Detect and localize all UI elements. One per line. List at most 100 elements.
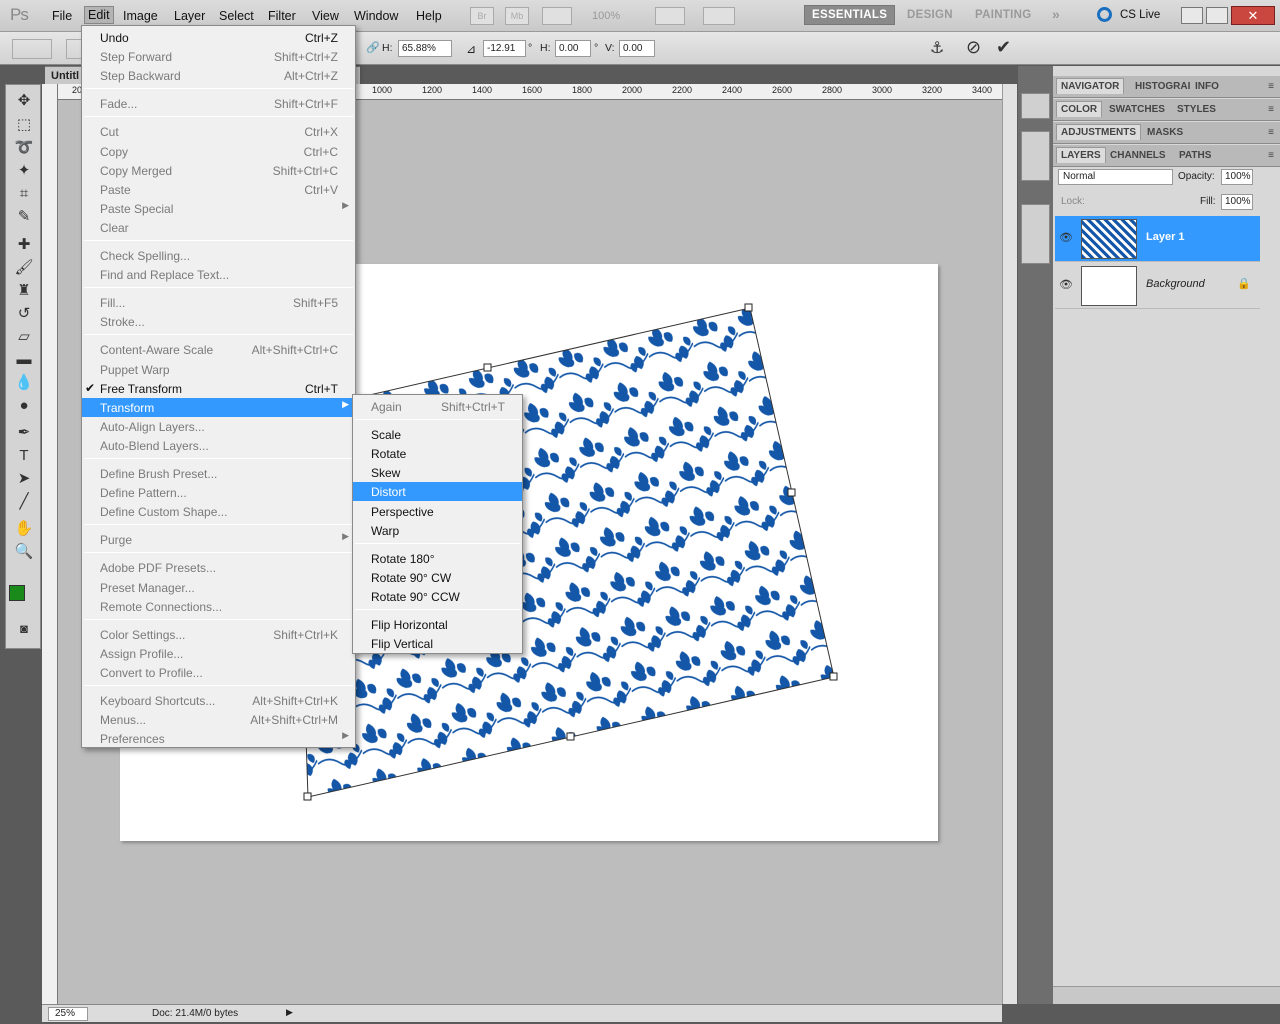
tab-adjustments[interactable]: ADJUSTMENTS bbox=[1056, 124, 1142, 140]
menu-item-convert-to-profile[interactable]: Convert to Profile... bbox=[82, 663, 355, 682]
menu-item-paste-special[interactable]: Paste Special ▶ bbox=[82, 199, 355, 218]
panel-menu-icon[interactable]: ≡ bbox=[1268, 127, 1274, 138]
menu-item-label: Define Custom Shape... bbox=[100, 505, 228, 520]
menu-item-paste[interactable]: Paste Ctrl+V bbox=[82, 180, 355, 199]
transform-item-rotate-90-ccw[interactable]: Rotate 90° CCW bbox=[353, 587, 522, 606]
transform-item-distort[interactable]: Distort bbox=[353, 482, 522, 502]
menu-item-puppet-warp[interactable]: Puppet Warp bbox=[82, 360, 355, 379]
menu-item-label: Distort bbox=[371, 485, 406, 500]
transform-handle[interactable] bbox=[744, 303, 753, 312]
blend-mode-select[interactable]: Normal bbox=[1058, 169, 1173, 185]
tab-navigator[interactable]: NAVIGATOR bbox=[1056, 78, 1125, 94]
menu-item-clear[interactable]: Clear bbox=[82, 218, 355, 237]
transform-item-scale[interactable]: Scale bbox=[353, 425, 522, 444]
tab-swatches[interactable]: SWATCHES bbox=[1105, 102, 1169, 117]
transform-handle[interactable] bbox=[303, 792, 312, 801]
menu-item-assign-profile[interactable]: Assign Profile... bbox=[82, 644, 355, 663]
transform-item-flip-horizontal[interactable]: Flip Horizontal bbox=[353, 615, 522, 634]
menu-item-copy-merged[interactable]: Copy Merged Shift+Ctrl+C bbox=[82, 161, 355, 180]
panel-menu-icon[interactable]: ≡ bbox=[1268, 150, 1274, 161]
menu-item-find-and-replace-text[interactable]: Find and Replace Text... bbox=[82, 265, 355, 284]
tab-color[interactable]: COLOR bbox=[1056, 101, 1103, 117]
cs-live-button[interactable]: CS Live bbox=[1120, 9, 1160, 21]
menu-item-preset-manager[interactable]: Preset Manager... bbox=[82, 578, 355, 597]
status-menu-arrow-icon[interactable]: ▶ bbox=[286, 1007, 293, 1018]
menu-item-undo[interactable]: Undo Ctrl+Z bbox=[82, 28, 355, 47]
menu-item-define-brush-preset[interactable]: Define Brush Preset... bbox=[82, 464, 355, 483]
transform-handle[interactable] bbox=[787, 488, 796, 497]
tab-styles[interactable]: STYLES bbox=[1173, 102, 1220, 117]
layer-name[interactable]: Layer 1 bbox=[1146, 231, 1185, 243]
menu-item-define-custom-shape[interactable]: Define Custom Shape... bbox=[82, 502, 355, 521]
transform-item-skew[interactable]: Skew bbox=[353, 463, 522, 482]
menu-item-auto-align-layers[interactable]: Auto-Align Layers... bbox=[82, 417, 355, 436]
transform-item-warp[interactable]: Warp bbox=[353, 521, 522, 540]
doc-size-info[interactable]: Doc: 21.4M/0 bytes bbox=[152, 1008, 238, 1019]
history-panel-icon[interactable] bbox=[1021, 131, 1050, 181]
menu-item-copy[interactable]: Copy Ctrl+C bbox=[82, 142, 355, 161]
layer-row-layer-1[interactable]: 👁 Layer 1 bbox=[1055, 216, 1260, 262]
tab-histogram[interactable]: HISTOGRAI bbox=[1131, 79, 1194, 94]
vertical-scrollbar[interactable] bbox=[1002, 84, 1017, 1004]
submenu-arrow-icon: ▶ bbox=[342, 531, 349, 542]
menu-item-preferences[interactable]: Preferences ▶ bbox=[82, 729, 355, 748]
mini-bridge-panel-icon[interactable] bbox=[1021, 93, 1050, 119]
menu-item-shortcut: Shift+Ctrl+K bbox=[273, 627, 338, 642]
transform-item-flip-vertical[interactable]: Flip Vertical bbox=[353, 634, 522, 653]
menu-item-cut[interactable]: Cut Ctrl+X bbox=[82, 122, 355, 141]
tab-channels[interactable]: CHANNELS bbox=[1106, 148, 1170, 163]
transform-item-rotate-180[interactable]: Rotate 180° bbox=[353, 549, 522, 568]
menu-item-fade[interactable]: Fade... Shift+Ctrl+F bbox=[82, 94, 355, 113]
layer-row-background[interactable]: 👁 Background 🔒 bbox=[1055, 263, 1260, 309]
transform-item-again[interactable]: Again Shift+Ctrl+T bbox=[353, 397, 522, 416]
panel-menu-icon[interactable]: ≡ bbox=[1268, 81, 1274, 92]
menu-item-label: Define Pattern... bbox=[100, 486, 187, 501]
more-workspaces-icon[interactable]: » bbox=[1052, 6, 1060, 22]
menu-item-label: Check Spelling... bbox=[100, 249, 191, 263]
fill-field[interactable]: 100% bbox=[1221, 194, 1253, 210]
menu-item-stroke[interactable]: Stroke... bbox=[82, 312, 355, 331]
layers-panel-footer bbox=[1053, 986, 1280, 1004]
transform-item-rotate-90-cw[interactable]: Rotate 90° CW bbox=[353, 568, 522, 587]
tab-paths[interactable]: PATHS bbox=[1175, 148, 1215, 163]
menu-item-free-transform[interactable]: Free Transform Ctrl+T ✔ bbox=[82, 379, 355, 398]
panel-menu-icon[interactable]: ≡ bbox=[1268, 104, 1274, 115]
menu-item-remote-connections[interactable]: Remote Connections... bbox=[82, 597, 355, 616]
menu-item-check-spelling[interactable]: Check Spelling... bbox=[82, 246, 355, 265]
visibility-eye-icon[interactable]: 👁 bbox=[1059, 278, 1073, 291]
menu-item-label: Rotate 180° bbox=[371, 551, 435, 566]
visibility-eye-icon[interactable]: 👁 bbox=[1059, 231, 1073, 244]
tab-info[interactable]: INFO bbox=[1191, 79, 1223, 94]
zoom-field[interactable]: 25% bbox=[48, 1007, 88, 1021]
menu-item-auto-blend-layers[interactable]: Auto-Blend Layers... bbox=[82, 436, 355, 455]
menu-item-label: Step Backward bbox=[100, 69, 181, 84]
menu-item-fill[interactable]: Fill... Shift+F5 bbox=[82, 293, 355, 312]
transform-item-rotate[interactable]: Rotate bbox=[353, 444, 522, 463]
tab-layers[interactable]: LAYERS bbox=[1056, 147, 1106, 163]
tab-masks[interactable]: MASKS bbox=[1143, 125, 1187, 140]
menu-item-menus[interactable]: Menus... Alt+Shift+Ctrl+M bbox=[82, 710, 355, 729]
menu-item-content-aware-scale[interactable]: Content-Aware Scale Alt+Shift+Ctrl+C bbox=[82, 340, 355, 359]
menu-item-adobe-pdf-presets[interactable]: Adobe PDF Presets... bbox=[82, 558, 355, 577]
transform-handle[interactable] bbox=[483, 363, 492, 372]
transform-handle[interactable] bbox=[829, 672, 838, 681]
layer-name[interactable]: Background bbox=[1146, 278, 1205, 290]
menu-item-define-pattern[interactable]: Define Pattern... bbox=[82, 483, 355, 502]
character-panel-icon[interactable] bbox=[1021, 204, 1050, 264]
transform-handle[interactable] bbox=[566, 732, 575, 741]
menu-item-color-settings[interactable]: Color Settings... Shift+Ctrl+K bbox=[82, 625, 355, 644]
menu-item-purge[interactable]: Purge ▶ bbox=[82, 530, 355, 549]
menu-item-label: Rotate 90° CW bbox=[371, 570, 452, 585]
menu-item-step-backward[interactable]: Step Backward Alt+Ctrl+Z bbox=[82, 66, 355, 85]
menu-item-transform[interactable]: Transform ▶ bbox=[82, 397, 355, 417]
menu-item-step-forward[interactable]: Step Forward Shift+Ctrl+Z bbox=[82, 47, 355, 66]
close-button[interactable]: ✕ bbox=[1231, 6, 1275, 25]
navigator-panel-tabs: NAVIGATOR HISTOGRAI INFO ≡ bbox=[1053, 76, 1280, 98]
restore-button[interactable] bbox=[1206, 7, 1228, 24]
submenu-arrow-icon: ▶ bbox=[342, 199, 349, 210]
menu-item-keyboard-shortcuts[interactable]: Keyboard Shortcuts... Alt+Shift+Ctrl+K bbox=[82, 691, 355, 710]
minimize-button[interactable] bbox=[1181, 7, 1203, 24]
transform-item-perspective[interactable]: Perspective bbox=[353, 502, 522, 521]
menu-item-label: Auto-Blend Layers... bbox=[100, 438, 209, 453]
opacity-field[interactable]: 100% bbox=[1221, 169, 1253, 185]
